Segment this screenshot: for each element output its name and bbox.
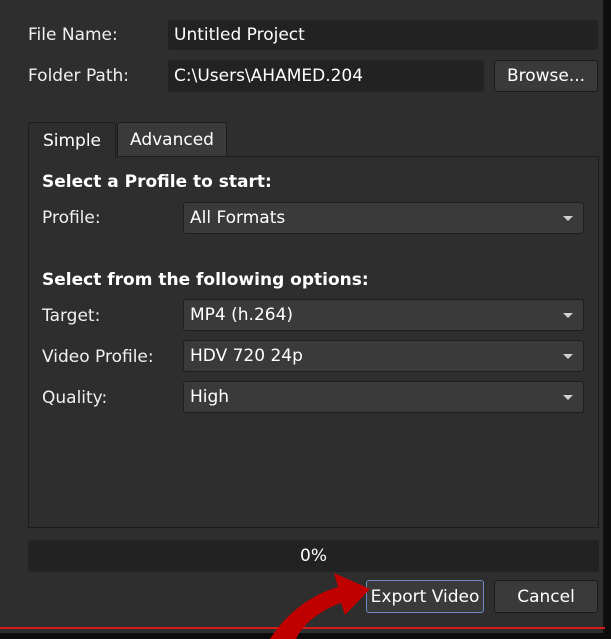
quality-label: Quality: xyxy=(42,388,108,408)
export-video-button[interactable]: Export Video xyxy=(366,580,484,613)
file-name-label: File Name: xyxy=(28,25,118,45)
profile-value: All Formats xyxy=(190,208,286,228)
chevron-down-icon xyxy=(563,354,573,359)
chevron-down-icon xyxy=(563,395,573,400)
video-profile-dropdown[interactable]: HDV 720 24p xyxy=(183,340,584,372)
cancel-button[interactable]: Cancel xyxy=(494,580,598,613)
tab-advanced[interactable]: Advanced xyxy=(117,122,227,157)
quality-value: High xyxy=(190,387,230,407)
profile-section-title: Select a Profile to start: xyxy=(42,172,272,192)
quality-dropdown[interactable]: High xyxy=(183,381,584,413)
tab-simple[interactable]: Simple xyxy=(28,122,116,159)
video-profile-label: Video Profile: xyxy=(42,347,154,367)
browse-button[interactable]: Browse... xyxy=(494,60,598,92)
target-dropdown[interactable]: MP4 (h.264) xyxy=(183,299,584,331)
video-profile-value: HDV 720 24p xyxy=(190,346,303,366)
profile-dropdown[interactable]: All Formats xyxy=(183,202,584,234)
chevron-down-icon xyxy=(563,313,573,318)
file-name-field[interactable]: Untitled Project xyxy=(168,20,598,50)
target-value: MP4 (h.264) xyxy=(190,305,294,325)
annotation-arrow-icon xyxy=(270,573,370,639)
progress-text: 0% xyxy=(300,546,327,566)
folder-path-field[interactable]: C:\Users\AHAMED.204 xyxy=(168,60,484,92)
target-label: Target: xyxy=(42,306,101,326)
folder-path-label: Folder Path: xyxy=(28,66,130,86)
options-section-title: Select from the following options: xyxy=(42,270,369,290)
profile-label: Profile: xyxy=(42,208,101,228)
chevron-down-icon xyxy=(563,216,573,221)
export-dialog: File Name: Untitled Project Folder Path:… xyxy=(0,0,605,633)
